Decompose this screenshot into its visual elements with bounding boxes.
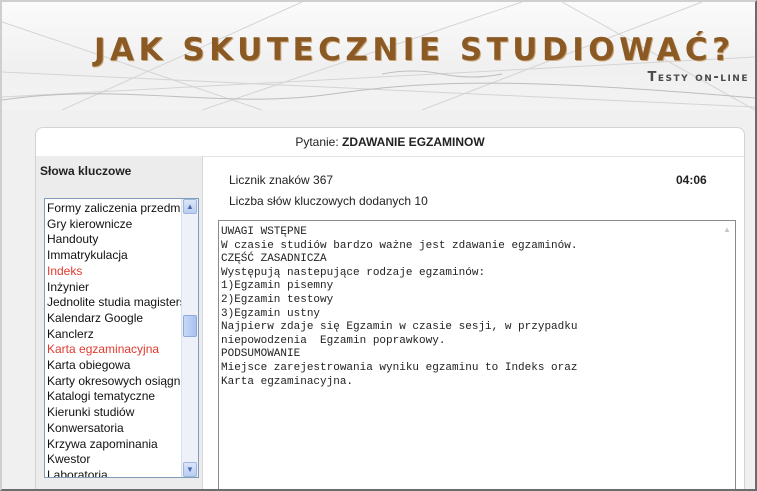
keywords-heading: Słowa kluczowe: [40, 164, 132, 178]
timer: 04:06: [676, 173, 707, 187]
keyword-item[interactable]: Gry kierownicze: [46, 217, 182, 233]
answer-textarea[interactable]: UWAGI WSTĘPNE W czasie studiów bardzo wa…: [218, 220, 736, 489]
arrow-down-icon[interactable]: ▼: [183, 462, 197, 477]
keyword-item[interactable]: Katalogi tematyczne: [46, 389, 182, 405]
keyword-item[interactable]: Laboratoria: [46, 468, 182, 477]
keyword-item[interactable]: Karty okresowych osiągnięć: [46, 374, 182, 390]
question-title: ZDAWANIE EGZAMINOW: [342, 135, 485, 149]
keyword-item[interactable]: Kierunki studiów: [46, 405, 182, 421]
textarea-scrollbar[interactable]: ▲: [719, 221, 735, 489]
keyword-item[interactable]: Karta obiegowa: [46, 358, 182, 374]
keyword-item[interactable]: Kwestor: [46, 452, 182, 468]
keyword-item[interactable]: Jednolite studia magisterskie: [46, 295, 182, 311]
keyword-item[interactable]: Karta egzaminacyjna: [46, 342, 182, 358]
test-panel: Pytanie: ZDAWANIE EGZAMINOW Słowa kluczo…: [35, 127, 745, 489]
keywords-listbox[interactable]: Formy zaliczenia przedmiotówGry kierowni…: [44, 198, 199, 478]
keyword-counter: Liczba słów kluczowych dodanych 10: [229, 194, 428, 208]
keyword-item[interactable]: Indeks: [46, 264, 182, 280]
keyword-item[interactable]: Kalendarz Google: [46, 311, 182, 327]
answer-text[interactable]: UWAGI WSTĘPNE W czasie studiów bardzo wa…: [221, 226, 711, 389]
keywords-panel: Słowa kluczowe Formy zaliczenia przedmio…: [36, 156, 203, 489]
question-label: Pytanie:: [295, 135, 339, 149]
keywords-items: Formy zaliczenia przedmiotówGry kierowni…: [46, 201, 182, 477]
question-bar: Pytanie: ZDAWANIE EGZAMINOW: [36, 128, 744, 157]
keyword-item[interactable]: Krzywa zapominania: [46, 437, 182, 453]
char-counter: Licznik znaków 367: [229, 173, 334, 187]
keywords-scrollbar[interactable]: ▲ ▼: [181, 199, 198, 477]
app-window: JAK SKUTECZNIE STUDIOWAĆ? Testy on-line …: [0, 0, 757, 491]
keyword-item[interactable]: Inżynier: [46, 280, 182, 296]
arrow-up-icon[interactable]: ▲: [183, 199, 197, 214]
keyword-item[interactable]: Handouty: [46, 232, 182, 248]
page-subtitle: Testy on-line: [647, 70, 749, 85]
keyword-item[interactable]: Konwersatoria: [46, 421, 182, 437]
keyword-item[interactable]: Immatrykulacja: [46, 248, 182, 264]
keyword-item[interactable]: Formy zaliczenia przedmiotów: [46, 201, 182, 217]
keyword-item[interactable]: Kanclerz: [46, 327, 182, 343]
header-banner: JAK SKUTECZNIE STUDIOWAĆ? Testy on-line: [2, 2, 755, 110]
scrollbar-thumb[interactable]: [183, 315, 197, 337]
arrow-up-icon[interactable]: ▲: [721, 224, 733, 236]
page-title: JAK SKUTECZNIE STUDIOWAĆ?: [94, 32, 735, 68]
